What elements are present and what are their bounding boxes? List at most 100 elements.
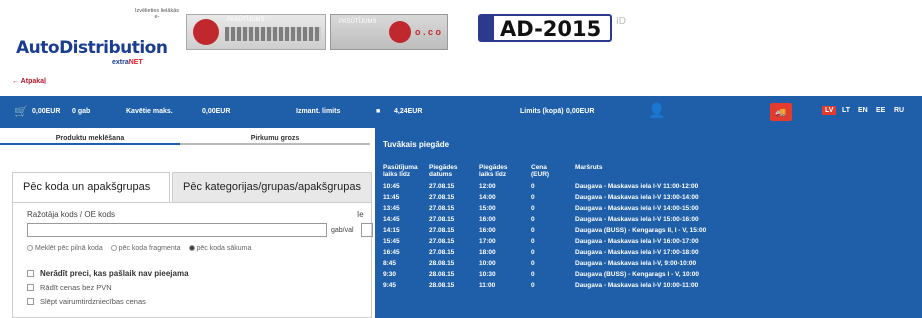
cell: 0: [531, 260, 535, 267]
cell: Daugava (BUSS) - Kengarags II, I - V, 15…: [575, 227, 707, 234]
cell: 14:15: [383, 227, 400, 234]
order-banner[interactable]: PASŪTĪJUMS: [186, 14, 326, 50]
cell: 8:45: [383, 260, 397, 267]
table-row[interactable]: 11:45 27.08.15 14:00 0 Daugava - Maskavas ie…: [383, 193, 716, 204]
cell: 16:45: [383, 249, 400, 256]
cart-icon[interactable]: 🛒: [14, 105, 28, 118]
lang-lv[interactable]: LV: [822, 106, 837, 115]
cart-count[interactable]: 0 gab: [72, 108, 90, 115]
radio-dot-icon: [110, 245, 117, 251]
col-route: Maršruts: [575, 164, 603, 171]
cell: Daugava - Maskavas iela I-V 15:00-16:00: [575, 216, 699, 223]
partner-banner-caption: PASŪTĪJUMS: [339, 19, 377, 25]
cell: 27.08.15: [429, 238, 455, 245]
cell: Daugava - Maskavas iela I-V 14:00-15:00: [575, 205, 699, 212]
col-price: Cena (EUR): [531, 164, 550, 178]
cell: 0: [531, 238, 535, 245]
banner-badge-icon: [193, 19, 219, 45]
lang-ee[interactable]: EE: [876, 107, 885, 114]
lang-ru[interactable]: RU: [894, 107, 904, 114]
partner-note: Izvēlieties lielākās e-: [134, 8, 180, 20]
checkbox-prices-without-vat[interactable]: Rādīt cenas bez PVN: [27, 283, 112, 292]
cell: Daugava (BUSS) - Kengarags I - V, 10:00: [575, 271, 700, 278]
tab-by-code[interactable]: Pēc koda un apakšgrupas: [12, 172, 170, 202]
cell: 10:45: [383, 183, 400, 190]
radio-code-fragment[interactable]: pēc koda fragmenta: [110, 245, 181, 252]
tab-by-category[interactable]: Pēc kategorijas/grupas/apakšgrupas: [172, 172, 372, 202]
plate-text: AD-2015: [500, 17, 602, 41]
cell: 17:00: [479, 238, 496, 245]
search-form: Ražotāja kods / OE kods Ie gab/val Meklē…: [12, 202, 373, 318]
side-field-label: Ie: [357, 210, 364, 219]
quantity-input[interactable]: [361, 223, 373, 237]
col-order-deadline: Pasūtījuma laiks līdz: [383, 164, 418, 178]
cell: Daugava - Maskavas iela I-V 16:00-17:00: [575, 238, 699, 245]
search-mode-tabs: Pēc koda un apakšgrupas Pēc kategorijas/…: [12, 172, 372, 202]
code-field-label: Ražotāja kods / OE kods: [27, 210, 116, 219]
cell: 27.08.15: [429, 216, 455, 223]
cell: 28.08.15: [429, 271, 455, 278]
autodistribution-logo[interactable]: AutoDistribution extraNET: [16, 38, 168, 72]
checkbox-icon: [27, 270, 34, 277]
cell: 0: [531, 183, 535, 190]
cell: 15:45: [383, 238, 400, 245]
col-delivery-date: Piegādes datums: [429, 164, 458, 178]
table-row[interactable]: 9:45 28.08.15 11:00 0 Daugava - Maskavas iel…: [383, 281, 716, 292]
cell: Daugava - Maskavas iela I-V 10:00-11:00: [575, 282, 699, 289]
order-banner-caption: PASŪTĪJUMS: [227, 17, 265, 23]
banner-pattern: [225, 27, 321, 41]
radio-code-fragment-label: pēc koda fragmenta: [118, 245, 181, 252]
user-icon[interactable]: 👤: [648, 102, 665, 119]
cart-total[interactable]: 0,00EUR: [32, 108, 60, 115]
cell: Daugava - Maskavas iela I-V, 9:00-10:00: [575, 260, 697, 267]
account-toolbar: 🛒 0,00EUR 0 gab Kavētie maks. 0,00EUR Iz…: [0, 96, 922, 128]
col-delivery-time: Piegādes laiks līdz: [479, 164, 508, 178]
cell: 14:45: [383, 216, 400, 223]
cell: 11:00: [479, 282, 496, 289]
cell: Daugava - Maskavas iela I-V 17:00-18:00: [575, 249, 699, 256]
table-row[interactable]: 10:45 27.08.15 12:00 0 Daugava - Maskavas ie…: [383, 182, 716, 193]
cell: 28.08.15: [429, 282, 455, 289]
cell: Daugava - Maskavas iela I-V 13:00-14:00: [575, 194, 699, 201]
delivery-truck-button[interactable]: 🚚: [770, 103, 792, 121]
radio-full-code[interactable]: Meklēt pēc pilnā koda: [27, 245, 103, 252]
radio-full-code-label: Meklēt pēc pilnā koda: [35, 245, 103, 252]
tab-product-search[interactable]: Produktu meklēšana: [0, 133, 180, 145]
limit-value: 4,24EUR: [394, 108, 423, 115]
partner-banner[interactable]: PASŪTĪJUMS o . c o: [330, 14, 448, 50]
total-limit-value: 0,00EUR: [566, 108, 595, 115]
main-tabs: Produktu meklēšana Pirkumu grozs: [0, 133, 370, 145]
cell: 27.08.15: [429, 183, 455, 190]
table-row[interactable]: 8:45 28.08.15 10:00 0 Daugava - Maskavas iel…: [383, 259, 716, 270]
tab-shopping-cart[interactable]: Pirkumu grozs: [180, 133, 370, 145]
cell: 27.08.15: [429, 227, 455, 234]
checkbox-icon: [27, 284, 34, 291]
cell: Daugava - Maskavas iela I-V 11:00-12:00: [575, 183, 699, 190]
logo-subtitle-prefix: extra: [112, 59, 129, 66]
table-row[interactable]: 13:45 27.08.15 15:00 0 Daugava - Maskavas ie…: [383, 204, 716, 215]
cell: 12:00: [479, 183, 496, 190]
table-row[interactable]: 9:30 28.08.15 10:30 0 Daugava (BUSS) - Kenga…: [383, 270, 716, 281]
lang-en[interactable]: EN: [858, 107, 868, 114]
cell: 0: [531, 282, 535, 289]
calendar-icon[interactable]: ■: [376, 108, 380, 115]
checkbox-hide-wholesale[interactable]: Slēpt vairumtirdzniecības cenas: [27, 297, 146, 306]
lang-lt[interactable]: LT: [842, 107, 850, 114]
radio-dot-icon: [27, 245, 33, 251]
checkbox-prices-without-vat-label: Rādīt cenas bez PVN: [40, 283, 112, 292]
table-row[interactable]: 15:45 27.08.15 17:00 0 Daugava - Maskavas ie…: [383, 237, 716, 248]
checkbox-hide-unavailable[interactable]: Nerādīt preci, kas pašlaik nav pieejama: [27, 269, 189, 278]
limit-label: Izmant. limits: [296, 108, 341, 115]
panel-title: Tuvākais piegāde: [383, 140, 450, 149]
ad-2015-plate[interactable]: AD-2015: [478, 14, 612, 42]
table-row[interactable]: 14:15 27.08.15 16:00 0 Daugava (BUSS) - Keng…: [383, 226, 716, 237]
cell: 9:30: [383, 271, 397, 278]
code-search-input[interactable]: [27, 223, 327, 237]
partner-banner-tail: o . c o: [415, 27, 442, 37]
radio-code-start[interactable]: pēc koda sākuma: [188, 245, 251, 252]
table-row[interactable]: 14:45 27.08.15 16:00 0 Daugava - Maskavas ie…: [383, 215, 716, 226]
table-row[interactable]: 16:45 27.08.15 18:00 0 Daugava - Maskavas ie…: [383, 248, 716, 259]
cell: 9:45: [383, 282, 397, 289]
back-link[interactable]: ← Atpakaļ: [12, 78, 46, 85]
logo-text: AutoDistribution: [16, 38, 168, 58]
